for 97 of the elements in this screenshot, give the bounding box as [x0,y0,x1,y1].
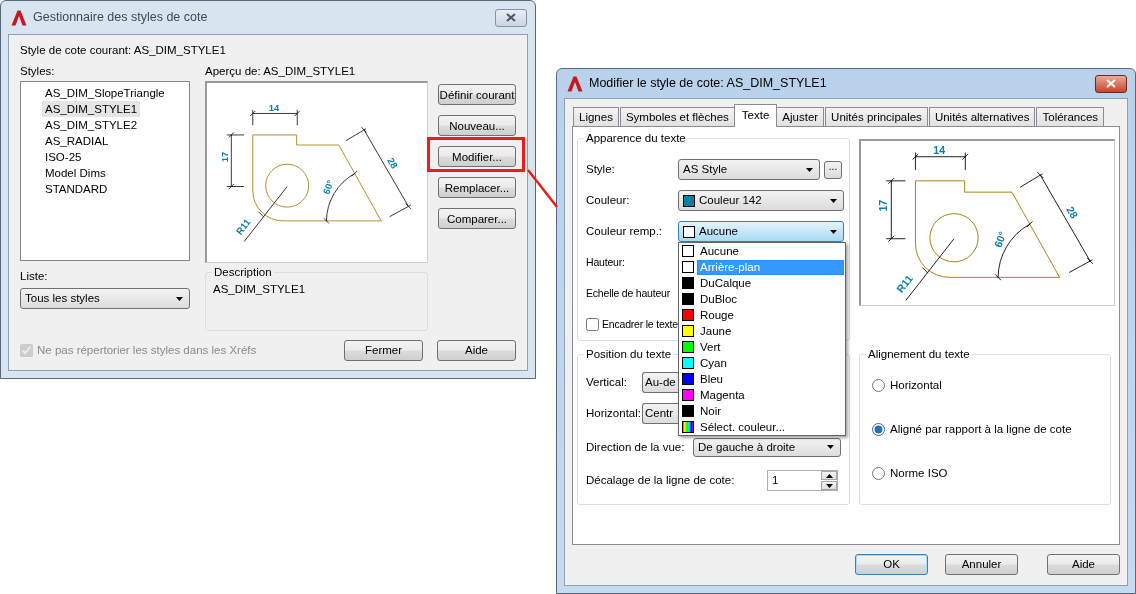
color-picker-icon [682,421,694,433]
spinner-control[interactable]: 1 [767,470,838,491]
dialog-button[interactable]: OK [855,554,928,575]
dropdown[interactable]: Aucune [678,221,844,242]
dropdown-option[interactable]: DuCalque [679,275,845,291]
dropdown[interactable]: Tous les styles [20,288,190,310]
caret-icon [830,198,837,203]
dropdown-option[interactable]: Sélect. couleur... [679,419,845,435]
close-icon [506,13,516,22]
radio-label: Horizontal [890,377,942,393]
dimension-label: 14 [933,143,946,156]
dimension-label: 60° [991,229,1009,249]
list-item[interactable]: AS_DIM_STYLE1 [42,100,141,117]
list-item[interactable]: AS_RADIAL [42,132,112,149]
dialog-button[interactable]: Fermer [344,339,423,361]
dimension-label: 60° [320,178,336,196]
dropdown-option[interactable]: Cyan [679,355,845,371]
field-label: Couleur: [586,193,631,208]
dropdown[interactable]: AS Style [678,159,820,180]
dropdown-option[interactable]: Rouge [679,307,845,323]
dropdown[interactable]: Couleur 142 [678,190,844,211]
caret-icon [806,167,813,172]
list-item[interactable]: Model Dims [42,164,109,181]
dimension-label: R11 [893,272,915,295]
dimension-label: 17 [877,199,890,212]
field-label: Décalage de la ligne de cote: [586,473,736,488]
close-button[interactable] [1095,74,1127,93]
description-text: AS_DIM_STYLE1 [213,281,306,297]
radio-label: Aligné par rapport à la ligne de cote [890,421,1072,437]
field-label: Hauteur: [586,255,626,270]
radio-label: Norme ISO [890,465,948,481]
action-button[interactable]: Définir courant [438,84,516,106]
caret-icon [827,445,834,449]
dropdown-option[interactable]: Jaune [679,323,845,339]
close-icon [1106,79,1116,88]
dimension-label: 28 [385,155,401,171]
list-label: Liste: [20,268,49,284]
caret-icon [176,296,183,301]
group-title: Apparence du texte [584,131,688,146]
dropdown-option[interactable]: Vert [679,339,845,355]
close-button[interactable] [495,8,527,27]
number-field[interactable]: 1 [768,471,821,490]
dropdown[interactable]: De gauche à droite [693,437,841,457]
browse-button[interactable]: ... [824,160,842,179]
checkbox-label: Ne pas répertorier les styles dans les Xréfs [37,343,257,358]
dropdown[interactable]: Centr [642,403,678,424]
tab[interactable]: Texte [733,104,778,127]
field-label: Echelle de hauteur [586,286,671,301]
tab[interactable]: Lignes [573,107,619,126]
dropdown-option[interactable]: Noir [679,403,845,419]
dimension-label: 28 [1064,204,1081,221]
checkbox[interactable] [586,318,599,331]
radio-button[interactable] [872,378,885,392]
tab[interactable]: Unités principales [825,107,928,126]
dimension-label: R11 [233,216,253,237]
field-label: Style: [586,162,616,177]
logo-icon [11,9,27,26]
window-title: Gestionnaire des styles de cote [33,9,208,26]
field-label: Couleur remp.: [586,224,664,239]
list-item[interactable]: STANDARD [42,180,111,197]
window-title: Modifier le style de cote: AS_DIM_STYLE1 [589,75,827,92]
tab[interactable]: Unités alternatives [928,107,1036,126]
list-item[interactable]: ISO-25 [42,148,85,165]
action-button[interactable]: Comparer... [438,208,516,230]
current-style-label: Style de cote courant: AS_DIM_STYLE1 [20,43,227,58]
radio-button[interactable] [872,422,885,436]
action-button[interactable]: Remplacer... [438,177,516,199]
tab[interactable]: Symboles et flèches [619,107,735,126]
callout-line [527,169,558,208]
field-label: Direction de la vue: [586,439,686,455]
logo-icon [567,75,583,92]
dimension-label: 17 [218,151,230,163]
list-item[interactable]: AS_DIM_STYLE2 [42,116,141,133]
field-label: Vertical: [586,375,628,390]
dialog-button[interactable]: Aide [1047,554,1120,575]
action-button[interactable]: Nouveau... [438,115,516,137]
dropdown[interactable]: Au-de [642,372,678,393]
list-label: Styles: [20,64,56,79]
dialog-button[interactable]: Annuler [945,554,1018,575]
tab[interactable]: Ajuster [776,107,825,126]
spin-up-button[interactable] [821,471,837,480]
spin-down-button[interactable] [821,481,837,490]
list-item[interactable]: AS_DIM_SlopeTriangle [42,84,168,101]
dropdown-option[interactable]: Aucune [679,243,845,259]
radio-button[interactable] [872,466,885,480]
dropdown-option[interactable]: DuBloc [679,291,845,307]
field-label: Horizontal: [586,406,642,421]
action-button[interactable]: Modifier... [438,146,516,168]
dropdown-option[interactable]: Magenta [679,387,845,403]
dialog-button[interactable]: Aide [437,339,516,361]
tab[interactable]: Tolérances [1036,107,1105,126]
dropdown-option[interactable]: Bleu [679,371,845,387]
checkbox-label: Encadrer le texte [602,317,678,332]
dimension-label: 14 [268,101,280,113]
preview-label: Aperçu de: AS_DIM_STYLE1 [205,64,357,79]
caret-icon [830,229,837,234]
group-title: Alignement du texte [866,347,972,362]
